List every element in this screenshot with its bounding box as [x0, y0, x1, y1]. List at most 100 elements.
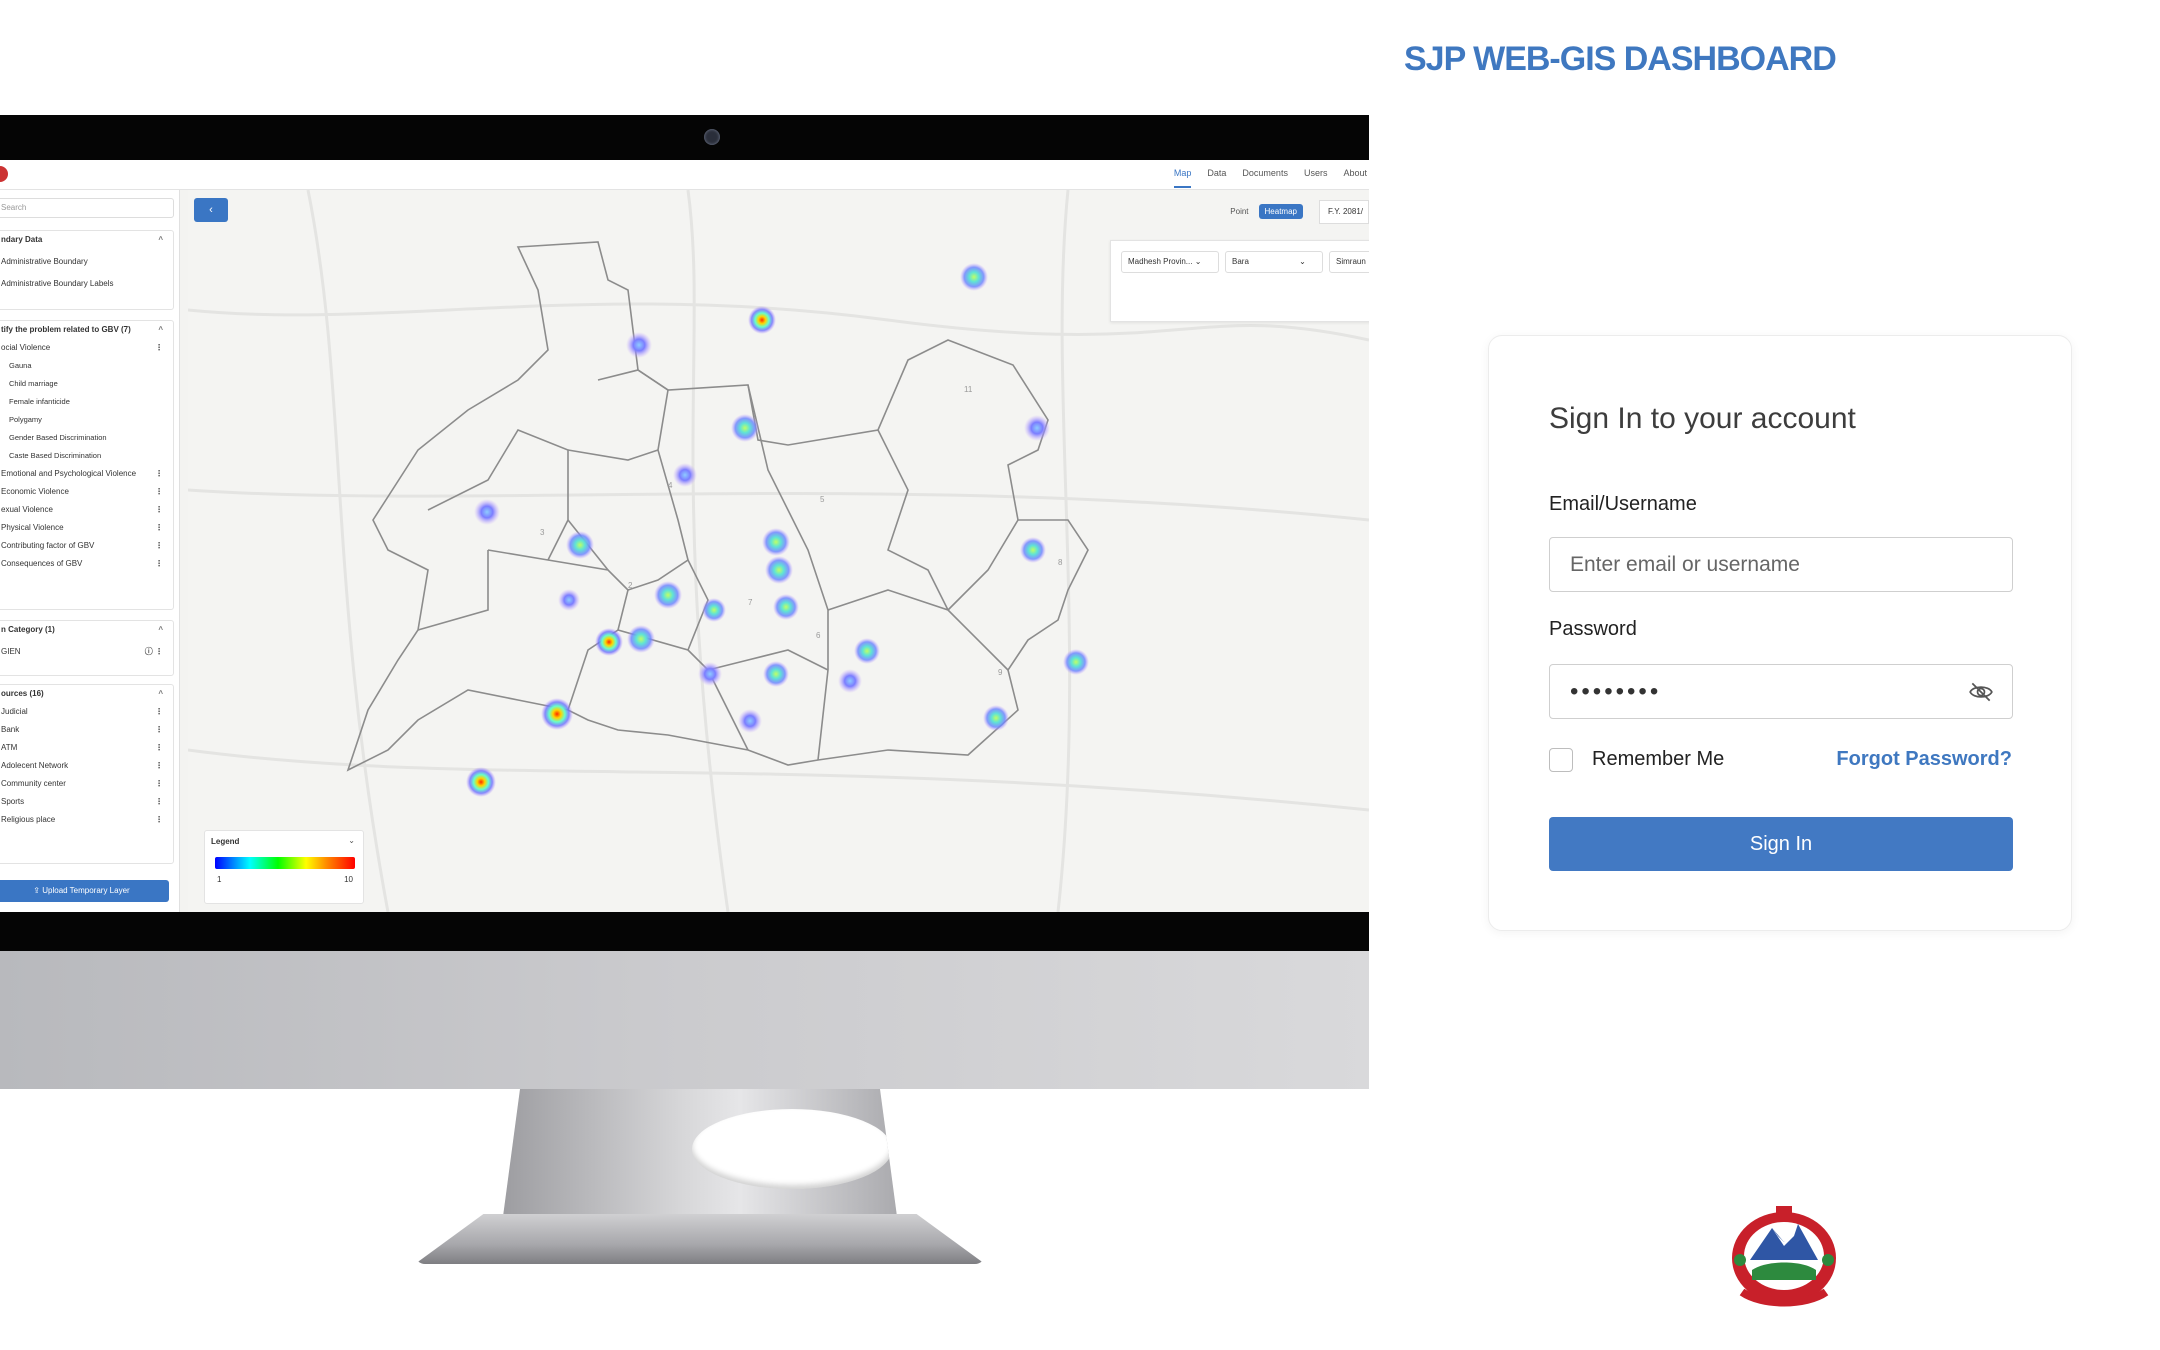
preview-legend-gradient — [215, 857, 355, 869]
preview-header: Map Data Documents Users About — [0, 160, 1369, 190]
heat-spot — [773, 594, 799, 620]
kebab-icon: ⋮ — [155, 541, 163, 550]
preview-sources-title: ources (16) ^ — [0, 685, 173, 703]
kebab-icon: ⋮ — [155, 743, 163, 752]
preview-filter-province-text: Madhesh Provin... — [1128, 257, 1193, 266]
chevron-down-icon: ⌄ — [1299, 257, 1306, 266]
preview-toggle-heatmap: Heatmap — [1258, 204, 1303, 219]
heat-spot — [738, 709, 762, 733]
preview-filter-municipality: Simraun — [1329, 251, 1369, 273]
monitor-stand — [410, 1089, 990, 1279]
kebab-icon: ⋮ — [155, 523, 163, 532]
kebab-icon: ⋮ — [155, 815, 163, 824]
preview-logo — [0, 166, 8, 182]
preview-search: Search — [0, 198, 174, 218]
heat-spot — [1020, 537, 1046, 563]
preview-filter-province: Madhesh Provin... ⌄ — [1121, 251, 1219, 273]
kebab-icon: ⋮ — [155, 559, 163, 568]
preview-source-item: Judicial ⋮ — [0, 703, 173, 721]
eye-off-icon[interactable] — [1968, 679, 1994, 705]
kebab-icon: ⋮ — [155, 761, 163, 770]
heat-spot — [854, 638, 880, 664]
forgot-password-link[interactable]: Forgot Password? — [1836, 748, 2012, 771]
remember-me-label[interactable]: Remember Me — [1592, 748, 1724, 771]
preview-source-label: Judicial — [1, 707, 28, 716]
preview-boundary-title: ndary Data ^ — [0, 231, 173, 249]
monitor-stand-base — [415, 1214, 985, 1264]
heat-spot — [626, 332, 652, 358]
preview-gbv-item-label: Consequences of GBV — [1, 559, 83, 568]
heat-spot — [627, 625, 655, 653]
ward-label: 4 — [668, 481, 673, 490]
preview-source-item: Religious place ⋮ — [0, 811, 173, 829]
remember-me-checkbox[interactable] — [1549, 748, 1573, 772]
monitor-stand-hole — [692, 1109, 892, 1189]
preview-nav-data: Data — [1207, 168, 1227, 178]
preview-collapse-button: ‹ — [194, 198, 228, 222]
preview-legend-max: 10 — [344, 875, 353, 884]
preview-fiscal-year: F.Y. 2081/ — [1319, 200, 1369, 224]
heat-spot — [698, 662, 722, 686]
ward-label: 7 — [748, 598, 753, 607]
preview-source-label: Adolecent Network — [1, 761, 69, 770]
heat-spot — [731, 414, 759, 442]
camera-dot — [704, 129, 720, 145]
heat-spot — [838, 669, 862, 693]
chevron-down-icon: ⌄ — [348, 836, 355, 845]
preview-source-label: Religious place — [1, 815, 56, 824]
preview-legend-min: 1 — [217, 875, 222, 884]
preview-gbv-subitem: Gender Based Discrimination — [9, 433, 107, 442]
preview-gbv-panel: tify the problem related to GBV (7) ^ oci… — [0, 320, 174, 610]
preview-boundary-item: Administrative Boundary Labels — [1, 279, 114, 288]
heat-spot — [566, 531, 594, 559]
preview-gbv-subitem: Polygamy — [9, 415, 42, 424]
preview-gbv-item: exual Violence ⋮ — [0, 501, 173, 519]
preview-source-label: Community center — [1, 779, 66, 788]
preview-gbv-item-label: Economic Violence — [1, 487, 69, 496]
preview-boundary-item: Administrative Boundary — [1, 257, 88, 266]
heat-spot — [654, 581, 682, 609]
preview-boundary-title-text: ndary Data — [1, 235, 43, 244]
preview-gbv-title-text: tify the problem related to GBV (7) — [1, 325, 131, 334]
preview-toggle-point: Point — [1230, 207, 1249, 216]
kebab-icon: ⓘ ⋮ — [144, 647, 163, 656]
preview-gbv-item-label: Contributing factor of GBV — [1, 541, 95, 550]
preview-filter-district-text: Bara — [1232, 257, 1249, 266]
login-card: Sign In to your account Email/Username P… — [1488, 335, 2072, 931]
kebab-icon: ⋮ — [155, 487, 163, 496]
preview-category-item-label: GIEN — [1, 647, 21, 656]
kebab-icon: ⋮ — [155, 469, 163, 478]
preview-gbv-title: tify the problem related to GBV (7) ^ — [0, 321, 173, 339]
ward-label: 6 — [816, 631, 821, 640]
kebab-icon: ⋮ — [155, 343, 163, 352]
heat-spot — [748, 306, 776, 334]
preview-gbv-item: ocial Violence ⋮ — [0, 339, 173, 357]
heatmap-points — [466, 263, 1089, 797]
preview-category-item: GIEN ⓘ ⋮ — [0, 643, 173, 661]
preview-gbv-subitem: Female infanticide — [9, 397, 70, 406]
preview-source-label: Sports — [1, 797, 25, 806]
preview-gbv-item: Emotional and Psychological Violence ⋮ — [0, 465, 173, 483]
ward-boundaries — [346, 241, 1089, 772]
preview-gbv-subitem: Child marriage — [9, 379, 58, 388]
heat-spot — [466, 767, 496, 797]
sign-in-button[interactable]: Sign In — [1549, 817, 2013, 871]
upload-icon: ⇪ — [33, 886, 43, 895]
preview-gbv-item: Economic Violence ⋮ — [0, 483, 173, 501]
email-field[interactable] — [1549, 537, 2013, 592]
email-label: Email/Username — [1549, 493, 1697, 515]
chevron-up-icon: ^ — [158, 625, 163, 634]
heat-spot — [1063, 649, 1089, 675]
heat-spot — [541, 698, 573, 730]
chevron-up-icon: ^ — [158, 689, 163, 698]
preview-gbv-item-label: Emotional and Psychological Violence — [1, 469, 137, 478]
preview-filter-district: Bara ⌄ — [1225, 251, 1323, 273]
password-field[interactable] — [1549, 664, 2013, 719]
heat-spot — [765, 556, 793, 584]
preview-source-label: ATM — [1, 743, 18, 752]
heat-spot — [474, 499, 500, 525]
kebab-icon: ⋮ — [155, 779, 163, 788]
heat-spot — [702, 598, 726, 622]
heat-spot — [1024, 415, 1050, 441]
kebab-icon: ⋮ — [155, 707, 163, 716]
